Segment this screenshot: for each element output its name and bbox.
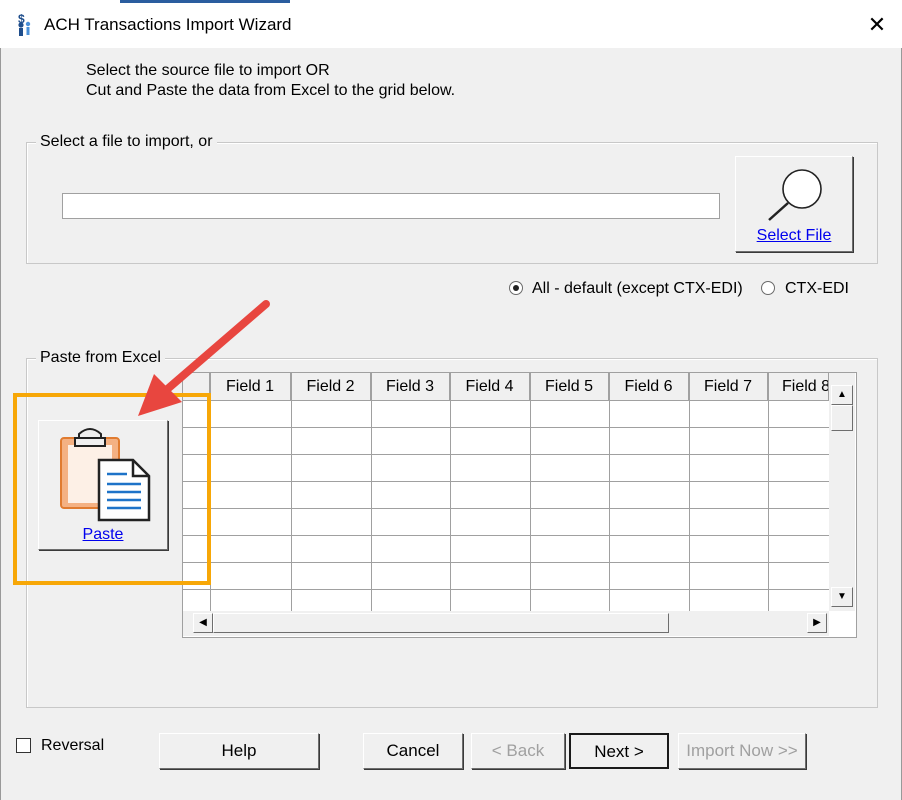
column-header[interactable]: Field 3 xyxy=(371,373,450,401)
vertical-scroll-thumb[interactable] xyxy=(831,405,853,431)
column-header[interactable]: Field 2 xyxy=(291,373,371,401)
data-grid[interactable]: Field 1 Field 2 Field 3 Field 4 Field 5 … xyxy=(182,372,857,638)
help-button[interactable]: Help xyxy=(159,733,319,769)
cancel-button[interactable]: Cancel xyxy=(363,733,463,769)
column-divider xyxy=(609,373,610,611)
window-border-left xyxy=(0,48,1,800)
column-divider xyxy=(291,373,292,611)
select-file-label: Select File xyxy=(756,227,832,244)
back-button[interactable]: < Back xyxy=(471,733,565,769)
file-group-legend: Select a file to import, or xyxy=(36,133,217,151)
table-row[interactable] xyxy=(183,563,829,590)
table-row[interactable] xyxy=(183,428,829,455)
horizontal-scrollbar[interactable]: ◀ ▶ xyxy=(183,611,829,636)
scroll-down-icon: ▼ xyxy=(837,591,847,602)
file-path-input[interactable] xyxy=(62,193,720,219)
scroll-up-icon: ▲ xyxy=(837,389,847,400)
taskbar-accent xyxy=(120,0,290,3)
radio-all-default-label[interactable]: All - default (except CTX-EDI) xyxy=(532,280,743,298)
close-button[interactable]: ✕ xyxy=(858,10,896,40)
magnifier-icon xyxy=(768,169,822,221)
scroll-right-button[interactable]: ▶ xyxy=(807,613,827,633)
app-icon: $ xyxy=(12,11,36,37)
column-divider xyxy=(768,373,769,611)
column-header[interactable]: Field 5 xyxy=(530,373,609,401)
column-header[interactable]: Field 7 xyxy=(689,373,768,401)
table-row[interactable] xyxy=(183,455,829,482)
scroll-up-button[interactable]: ▲ xyxy=(831,385,853,405)
column-divider xyxy=(450,373,451,611)
column-divider xyxy=(530,373,531,611)
scroll-left-button[interactable]: ◀ xyxy=(193,613,213,633)
radio-ctx-edi[interactable] xyxy=(761,281,775,295)
table-row[interactable] xyxy=(183,590,829,610)
next-label: Next > xyxy=(594,742,644,761)
close-icon: ✕ xyxy=(867,12,887,37)
help-label: Help xyxy=(221,741,257,760)
next-button[interactable]: Next > xyxy=(569,733,669,769)
column-header[interactable]: Field 8 xyxy=(768,373,829,401)
select-file-button[interactable]: Select File xyxy=(735,156,853,252)
annotation-arrow-icon xyxy=(138,300,270,416)
table-row[interactable] xyxy=(183,482,829,509)
column-header[interactable]: Field 6 xyxy=(609,373,689,401)
instruction-line-1: Select the source file to import OR xyxy=(86,62,330,79)
window-title: ACH Transactions Import Wizard xyxy=(44,15,292,34)
back-label: < Back xyxy=(491,741,545,760)
reversal-label[interactable]: Reversal xyxy=(41,737,104,755)
import-now-button[interactable]: Import Now >> xyxy=(678,733,806,769)
table-row[interactable] xyxy=(183,536,829,563)
horizontal-scroll-thumb[interactable] xyxy=(213,613,669,633)
column-header[interactable]: Field 4 xyxy=(450,373,530,401)
instruction-line-2: Cut and Paste the data from Excel to the… xyxy=(86,82,456,99)
reversal-checkbox[interactable] xyxy=(16,738,31,753)
column-divider xyxy=(689,373,690,611)
cancel-label: Cancel xyxy=(386,741,440,760)
radio-all-default[interactable] xyxy=(509,281,523,295)
import-now-label: Import Now >> xyxy=(686,741,798,760)
radio-ctx-edi-label[interactable]: CTX-EDI xyxy=(785,280,849,298)
vertical-scrollbar[interactable]: ▲ ▼ xyxy=(829,373,855,611)
scroll-right-icon: ▶ xyxy=(813,617,821,628)
scroll-left-icon: ◀ xyxy=(199,617,207,628)
scroll-down-button[interactable]: ▼ xyxy=(831,587,853,607)
table-row[interactable] xyxy=(183,509,829,536)
column-divider xyxy=(371,373,372,611)
